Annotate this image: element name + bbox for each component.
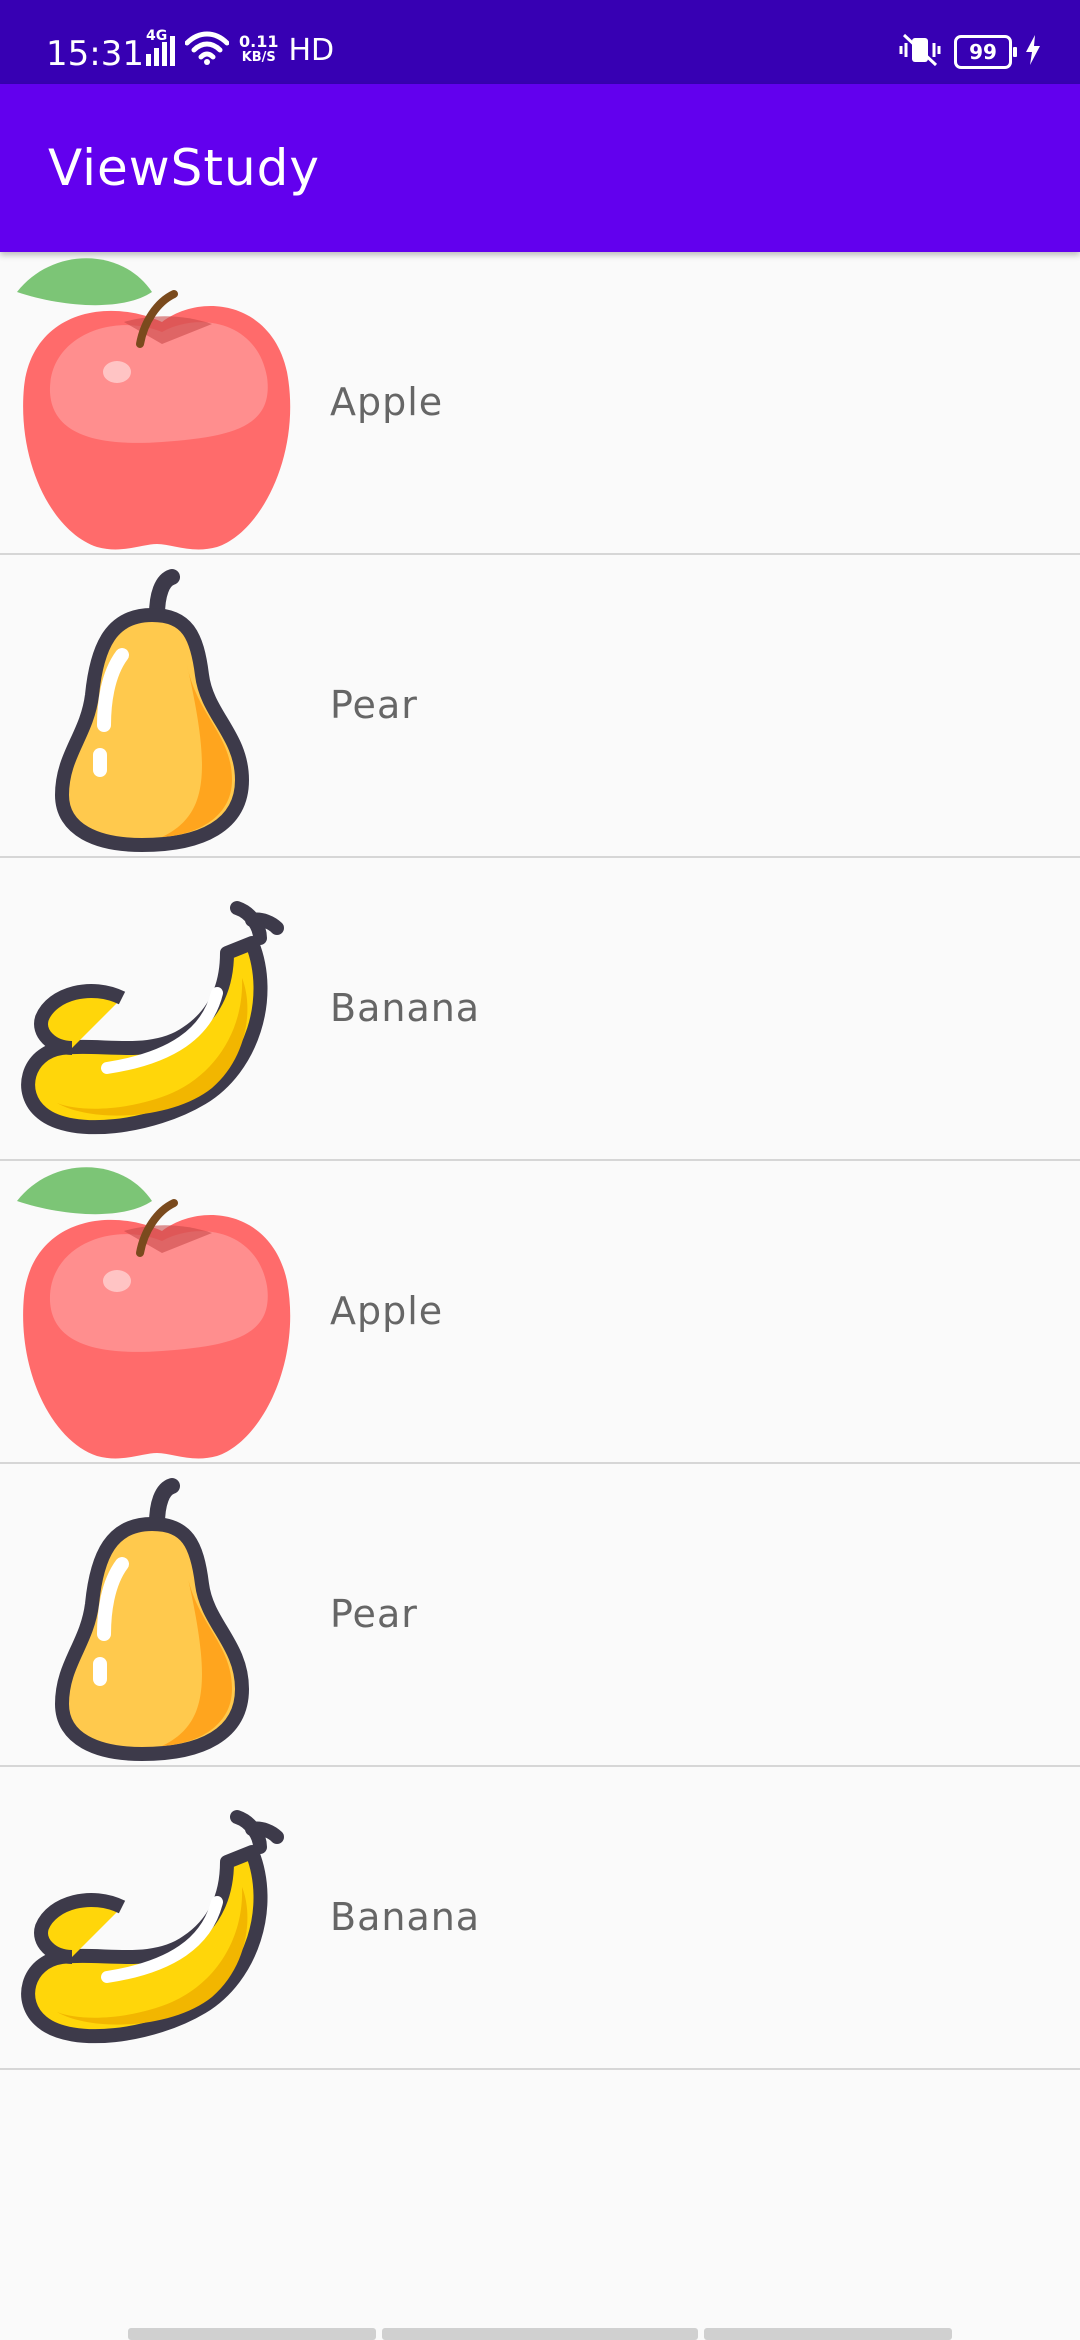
list-item-label: Banana (330, 986, 481, 1030)
list-item[interactable]: Apple (0, 1161, 1080, 1464)
pear-icon (12, 555, 292, 855)
nav-indicator-center (382, 2328, 698, 2340)
battery-icon: 99 (954, 35, 1017, 69)
list-item-label: Pear (330, 1592, 418, 1636)
list-item[interactable]: Apple (0, 252, 1080, 555)
status-left-icons: 4G 0.11 KB/S HD (146, 28, 334, 72)
status-right-icons: 99 (898, 30, 1042, 74)
list-item-label: Pear (330, 683, 418, 727)
hd-label: HD (288, 32, 335, 68)
fruit-list[interactable]: Apple Pear Banana Apple Pear Banana (0, 252, 1080, 2070)
list-item-label: Banana (330, 1895, 481, 1939)
wifi-icon (184, 31, 230, 69)
banana-icon (12, 1767, 292, 2067)
nav-indicator-right (704, 2328, 952, 2340)
list-item[interactable]: Banana (0, 858, 1080, 1161)
nav-indicator-left (128, 2328, 376, 2340)
net-speed: 0.11 KB/S (239, 34, 278, 66)
list-item-label: Apple (330, 380, 444, 424)
charging-icon (1024, 35, 1042, 69)
status-time: 15:31 (46, 34, 144, 74)
apple-icon (12, 1161, 292, 1461)
list-item-label: Apple (330, 1289, 444, 1333)
network-type-label: 4G (146, 28, 168, 44)
net-speed-value: 0.11 (239, 32, 279, 51)
apple-icon (12, 252, 292, 552)
banana-icon (12, 858, 292, 1158)
battery-level: 99 (969, 40, 997, 64)
pear-icon (12, 1464, 292, 1764)
list-item[interactable]: Pear (0, 1464, 1080, 1767)
list-item[interactable]: Pear (0, 555, 1080, 858)
net-speed-unit: KB/S (241, 50, 276, 65)
signal-icon: 4G (146, 28, 175, 66)
app-title: ViewStudy (48, 139, 321, 197)
vibrate-icon (898, 33, 942, 71)
list-item[interactable]: Banana (0, 1767, 1080, 2070)
status-bar: 15:31 4G 0.11 KB/S HD 99 (0, 0, 1080, 84)
app-bar: ViewStudy (0, 84, 1080, 252)
